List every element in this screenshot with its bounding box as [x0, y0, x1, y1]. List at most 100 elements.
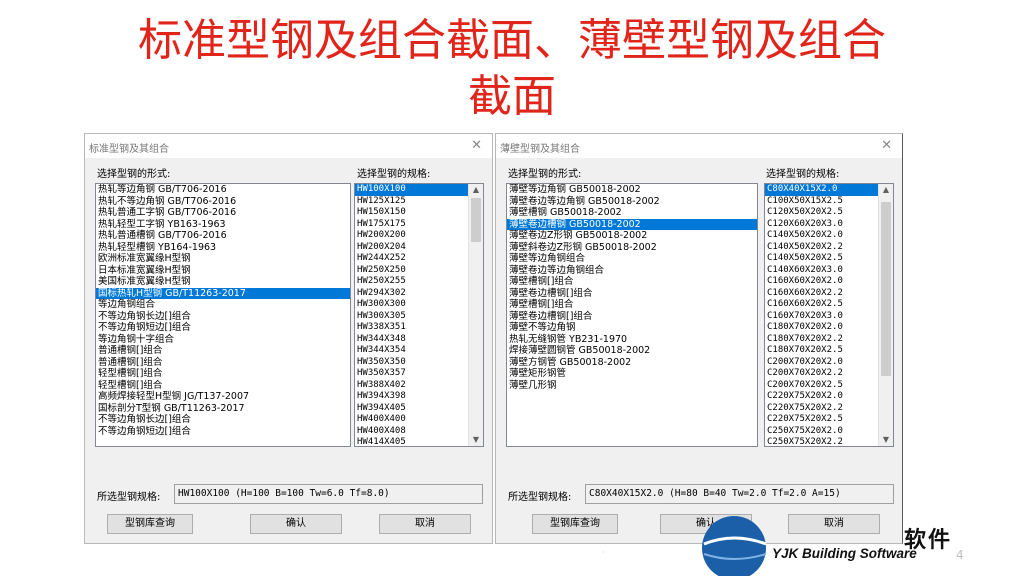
spec-list-item[interactable]: HW394X398	[355, 391, 483, 403]
spec-list-item[interactable]: HW344X354	[355, 345, 483, 357]
spec-list-item[interactable]: C140X60X20X3.0	[765, 265, 893, 277]
spec-list-item[interactable]: C220X75X20X2.2	[765, 403, 893, 415]
spec-list-item[interactable]: HW250X250	[355, 265, 483, 277]
spec-list-item[interactable]: HW400X400	[355, 414, 483, 426]
spec-list-item[interactable]: HW350X350	[355, 357, 483, 369]
spec-list-item[interactable]: C160X60X20X2.2	[765, 288, 893, 300]
form-list-item[interactable]: 薄壁卷边等边角钢组合	[507, 265, 757, 277]
scroll-thumb[interactable]	[471, 198, 481, 242]
form-list-item[interactable]: 薄壁不等边角钢	[507, 322, 757, 334]
spec-list-item[interactable]: HW175X175	[355, 219, 483, 231]
spec-list-item[interactable]: C120X50X20X2.5	[765, 207, 893, 219]
library-query-button[interactable]: 型钢库查询	[532, 514, 618, 534]
form-list-item[interactable]: 薄壁几形钢	[507, 380, 757, 392]
form-list-item[interactable]: 日本标准宽翼缘H型钢	[96, 265, 350, 277]
spec-list-item[interactable]: HW250X255	[355, 276, 483, 288]
spec-list-item[interactable]: HW400X408	[355, 426, 483, 438]
form-list-item[interactable]: 薄壁斜卷边Z形钢 GB50018-2002	[507, 242, 757, 254]
form-list-item[interactable]: 薄壁槽钢[]组合	[507, 299, 757, 311]
spec-listbox[interactable]: HW100X100 HW125X125 HW150X150 HW175X175 HW20…	[354, 183, 484, 447]
form-list-item[interactable]: 等边角钢组合	[96, 299, 350, 311]
form-list-item[interactable]: 国标热轧H型钢 GB/T11263-2017	[96, 287, 350, 299]
library-query-button[interactable]: 型钢库查询	[107, 514, 193, 534]
spec-list-item[interactable]: C250X75X20X2.0	[765, 426, 893, 438]
form-list-item[interactable]: 国标剖分T型钢 GB/T11263-2017	[96, 403, 350, 415]
form-list-item[interactable]: 不等边角钢短边[]组合	[96, 426, 350, 438]
spec-list-item[interactable]: C200X70X20X2.5	[765, 380, 893, 392]
form-list-item[interactable]: 不等边角钢长边[]组合	[96, 311, 350, 323]
spec-list-item[interactable]: HW344X348	[355, 334, 483, 346]
scroll-down-icon[interactable]: ▼	[469, 434, 483, 446]
form-list-item[interactable]: 热轧普通工字钢 GB/T706-2016	[96, 207, 350, 219]
spec-list-item[interactable]: C200X70X20X2.0	[765, 357, 893, 369]
form-list-item[interactable]: 薄壁槽钢[]组合	[507, 276, 757, 288]
spec-list-item[interactable]: C250X75X20X2.2	[765, 437, 893, 446]
form-list-item[interactable]: 欧洲标准宽翼缘H型钢	[96, 253, 350, 265]
close-icon[interactable]: ✕	[881, 138, 892, 153]
form-list-item[interactable]: 普通槽钢[]组合	[96, 357, 350, 369]
form-list-item[interactable]: 热轧等边角钢 GB/T706-2016	[96, 184, 350, 196]
spec-list-item[interactable]: C140X50X20X2.5	[765, 253, 893, 265]
close-icon[interactable]: ✕	[471, 138, 482, 153]
spec-scrollbar[interactable]: ▲ ▼	[878, 184, 893, 446]
spec-list-item[interactable]: HW300X305	[355, 311, 483, 323]
spec-list-item[interactable]: HW200X204	[355, 242, 483, 254]
scroll-up-icon[interactable]: ▲	[879, 184, 893, 196]
scroll-up-icon[interactable]: ▲	[469, 184, 483, 196]
form-list-item[interactable]: 薄壁矩形钢管	[507, 368, 757, 380]
spec-list-item[interactable]: HW394X405	[355, 403, 483, 415]
form-listbox[interactable]: 热轧等边角钢 GB/T706-2016 热轧不等边角钢 GB/T706-2016 热…	[95, 183, 351, 447]
spec-list-item[interactable]: C80X40X15X2.0	[765, 184, 893, 196]
spec-list-item[interactable]: HW414X405	[355, 437, 483, 446]
spec-scrollbar[interactable]: ▲ ▼	[468, 184, 483, 446]
form-listbox[interactable]: 薄壁等边角钢 GB50018-2002 薄壁卷边等边角钢 GB50018-2002…	[506, 183, 758, 447]
ok-button[interactable]: 确认	[250, 514, 342, 534]
spec-list-item[interactable]: C160X60X20X2.5	[765, 299, 893, 311]
spec-list-item[interactable]: C220X75X20X2.0	[765, 391, 893, 403]
form-list-item[interactable]: 薄壁卷边Z形钢 GB50018-2002	[507, 230, 757, 242]
cancel-button[interactable]: 取消	[379, 514, 471, 534]
spec-list-item[interactable]: HW125X125	[355, 196, 483, 208]
form-list-item[interactable]: 不等边角钢长边[]组合	[96, 414, 350, 426]
spec-list-item[interactable]: HW300X300	[355, 299, 483, 311]
form-list-item[interactable]: 薄壁卷边槽钢[]组合	[507, 311, 757, 323]
form-list-item[interactable]: 热轧轻型工字钢 YB163-1963	[96, 219, 350, 231]
spec-listbox[interactable]: C80X40X15X2.0 C100X50X15X2.5 C120X50X20X2.…	[764, 183, 894, 447]
form-list-item[interactable]: 美国标准宽翼缘H型钢	[96, 276, 350, 288]
form-list-item[interactable]: 普通槽钢[]组合	[96, 345, 350, 357]
spec-list-item[interactable]: HW338X351	[355, 322, 483, 334]
form-list-item[interactable]: 焊接薄壁圆钢管 GB50018-2002	[507, 345, 757, 357]
spec-list-item[interactable]: C140X50X20X2.2	[765, 242, 893, 254]
spec-list-item[interactable]: C220X75X20X2.5	[765, 414, 893, 426]
spec-list-item[interactable]: C180X70X20X2.2	[765, 334, 893, 346]
form-list-item[interactable]: 不等边角钢短边[]组合	[96, 322, 350, 334]
form-list-item[interactable]: 等边角钢十字组合	[96, 334, 350, 346]
spec-list-item[interactable]: HW350X357	[355, 368, 483, 380]
spec-list-item[interactable]: C200X70X20X2.2	[765, 368, 893, 380]
spec-list-item[interactable]: C160X60X20X2.0	[765, 276, 893, 288]
form-list-item[interactable]: 薄壁卷边槽钢 GB50018-2002	[507, 218, 757, 230]
form-list-item[interactable]: 薄壁卷边槽钢[]组合	[507, 288, 757, 300]
form-list-item[interactable]: 热轧无缝钢管 YB231-1970	[507, 334, 757, 346]
spec-list-item[interactable]: HW150X150	[355, 207, 483, 219]
form-list-item[interactable]: 热轧普通槽钢 GB/T706-2016	[96, 230, 350, 242]
spec-list-item[interactable]: HW200X200	[355, 230, 483, 242]
spec-list-item[interactable]: C180X70X20X2.0	[765, 322, 893, 334]
spec-list-item[interactable]: HW388X402	[355, 380, 483, 392]
form-list-item[interactable]: 高频焊接轻型H型钢 JG/T137-2007	[96, 391, 350, 403]
spec-list-item[interactable]: C180X70X20X2.5	[765, 345, 893, 357]
spec-list-item[interactable]: C140X50X20X2.0	[765, 230, 893, 242]
spec-list-item[interactable]: HW294X302	[355, 288, 483, 300]
spec-list-item[interactable]: C100X50X15X2.5	[765, 196, 893, 208]
form-list-item[interactable]: 轻型槽钢[]组合	[96, 380, 350, 392]
form-list-item[interactable]: 薄壁卷边等边角钢 GB50018-2002	[507, 196, 757, 208]
spec-list-item[interactable]: HW100X100	[355, 184, 483, 196]
scroll-down-icon[interactable]: ▼	[879, 434, 893, 446]
form-list-item[interactable]: 热轧轻型槽钢 YB164-1963	[96, 242, 350, 254]
form-list-item[interactable]: 热轧不等边角钢 GB/T706-2016	[96, 196, 350, 208]
scroll-thumb[interactable]	[881, 202, 891, 376]
form-list-item[interactable]: 薄壁槽钢 GB50018-2002	[507, 207, 757, 219]
cancel-button[interactable]: 取消	[788, 514, 880, 534]
form-list-item[interactable]: 薄壁等边角钢 GB50018-2002	[507, 184, 757, 196]
form-list-item[interactable]: 轻型槽钢[]组合	[96, 368, 350, 380]
